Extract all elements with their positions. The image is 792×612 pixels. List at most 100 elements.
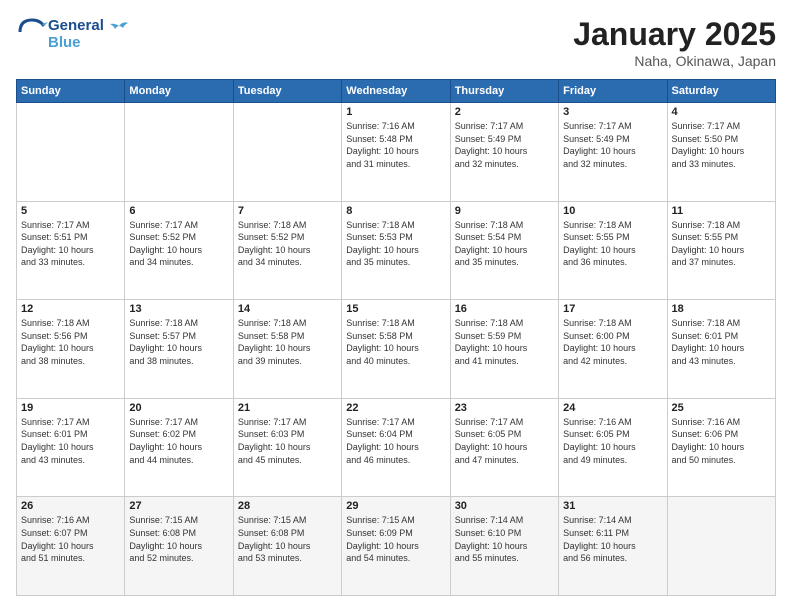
day-info: Sunrise: 7:17 AM Sunset: 5:50 PM Dayligh…	[672, 120, 771, 170]
day-number: 4	[672, 106, 771, 118]
calendar-cell: 2 Sunrise: 7:17 AM Sunset: 5:49 PM Daylig…	[450, 103, 558, 202]
day-info: Sunrise: 7:18 AM Sunset: 6:00 PM Dayligh…	[563, 317, 662, 367]
calendar-cell: 16 Sunrise: 7:18 AM Sunset: 5:59 PM Dayli…	[450, 300, 558, 399]
day-info: Sunrise: 7:17 AM Sunset: 6:04 PM Dayligh…	[346, 416, 445, 466]
calendar-week-4: 19 Sunrise: 7:17 AM Sunset: 6:01 PM Dayli…	[17, 398, 776, 497]
calendar-cell: 4 Sunrise: 7:17 AM Sunset: 5:50 PM Daylig…	[667, 103, 775, 202]
month-title: January 2025	[573, 16, 776, 53]
day-info: Sunrise: 7:14 AM Sunset: 6:10 PM Dayligh…	[455, 514, 554, 564]
day-info: Sunrise: 7:18 AM Sunset: 5:59 PM Dayligh…	[455, 317, 554, 367]
calendar-week-1: 1 Sunrise: 7:16 AM Sunset: 5:48 PM Daylig…	[17, 103, 776, 202]
day-info: Sunrise: 7:18 AM Sunset: 5:57 PM Dayligh…	[129, 317, 228, 367]
day-info: Sunrise: 7:15 AM Sunset: 6:08 PM Dayligh…	[238, 514, 337, 564]
day-number: 15	[346, 303, 445, 315]
col-sunday: Sunday	[17, 80, 125, 103]
day-info: Sunrise: 7:17 AM Sunset: 6:01 PM Dayligh…	[21, 416, 120, 466]
day-info: Sunrise: 7:18 AM Sunset: 5:53 PM Dayligh…	[346, 219, 445, 269]
day-info: Sunrise: 7:18 AM Sunset: 5:55 PM Dayligh…	[672, 219, 771, 269]
calendar-cell: 30Sunrise: 7:14 AM Sunset: 6:10 PM Dayli…	[450, 497, 558, 596]
logo: General Blue	[16, 16, 128, 53]
day-info: Sunrise: 7:18 AM Sunset: 5:55 PM Dayligh…	[563, 219, 662, 269]
day-number: 26	[21, 500, 120, 512]
day-number: 19	[21, 402, 120, 414]
calendar-cell: 3Sunrise: 7:17 AM Sunset: 5:49 PM Daylig…	[559, 103, 667, 202]
col-wednesday: Wednesday	[342, 80, 450, 103]
calendar-cell: 29 Sunrise: 7:15 AM Sunset: 6:09 PM Dayli…	[342, 497, 450, 596]
calendar-cell: 19 Sunrise: 7:17 AM Sunset: 6:01 PM Dayli…	[17, 398, 125, 497]
calendar-cell: 10 Sunrise: 7:18 AM Sunset: 5:55 PM Dayli…	[559, 201, 667, 300]
calendar-cell: 24 Sunrise: 7:16 AM Sunset: 6:05 PM Dayli…	[559, 398, 667, 497]
day-info: Sunrise: 7:16 AM Sunset: 5:48 PM Dayligh…	[346, 120, 445, 170]
day-info: Sunrise: 7:16 AM Sunset: 6:06 PM Dayligh…	[672, 416, 771, 466]
day-number: 23	[455, 402, 554, 414]
day-number: 10	[563, 205, 662, 217]
day-number: 20	[129, 402, 228, 414]
day-info: Sunrise: 7:17 AM Sunset: 5:51 PM Dayligh…	[21, 219, 120, 269]
calendar-header-row: Sunday Monday Tuesday Wednesday Thursday…	[17, 80, 776, 103]
day-number: 9	[455, 205, 554, 217]
day-number: 11	[672, 205, 771, 217]
day-number: 25	[672, 402, 771, 414]
day-number: 13	[129, 303, 228, 315]
calendar-cell: 9 Sunrise: 7:18 AM Sunset: 5:54 PM Daylig…	[450, 201, 558, 300]
calendar-cell: 15Sunrise: 7:18 AM Sunset: 5:58 PM Dayli…	[342, 300, 450, 399]
day-info: Sunrise: 7:17 AM Sunset: 6:05 PM Dayligh…	[455, 416, 554, 466]
col-tuesday: Tuesday	[233, 80, 341, 103]
calendar-cell: 23 Sunrise: 7:17 AM Sunset: 6:05 PM Dayli…	[450, 398, 558, 497]
calendar-cell: 13 Sunrise: 7:18 AM Sunset: 5:57 PM Dayli…	[125, 300, 233, 399]
day-info: Sunrise: 7:17 AM Sunset: 5:49 PM Dayligh…	[455, 120, 554, 170]
day-info: Sunrise: 7:17 AM Sunset: 6:02 PM Dayligh…	[129, 416, 228, 466]
day-number: 14	[238, 303, 337, 315]
day-info: Sunrise: 7:18 AM Sunset: 5:56 PM Dayligh…	[21, 317, 120, 367]
calendar-cell: 17 Sunrise: 7:18 AM Sunset: 6:00 PM Dayli…	[559, 300, 667, 399]
calendar-cell: 1 Sunrise: 7:16 AM Sunset: 5:48 PM Daylig…	[342, 103, 450, 202]
logo-line2: Blue	[48, 35, 128, 52]
calendar-cell	[17, 103, 125, 202]
day-number: 24	[563, 402, 662, 414]
day-number: 28	[238, 500, 337, 512]
calendar-cell: 12Sunrise: 7:18 AM Sunset: 5:56 PM Dayli…	[17, 300, 125, 399]
day-number: 16	[455, 303, 554, 315]
calendar-week-2: 5Sunrise: 7:17 AM Sunset: 5:51 PM Daylig…	[17, 201, 776, 300]
day-number: 27	[129, 500, 228, 512]
logo-line1: General	[48, 18, 128, 35]
page: General Blue January 2025 Naha, Okinawa,…	[0, 0, 792, 612]
calendar-cell: 28 Sunrise: 7:15 AM Sunset: 6:08 PM Dayli…	[233, 497, 341, 596]
day-info: Sunrise: 7:17 AM Sunset: 5:52 PM Dayligh…	[129, 219, 228, 269]
logo-icon	[16, 16, 48, 48]
calendar-cell: 26Sunrise: 7:16 AM Sunset: 6:07 PM Dayli…	[17, 497, 125, 596]
calendar-cell: 11 Sunrise: 7:18 AM Sunset: 5:55 PM Dayli…	[667, 201, 775, 300]
calendar-cell: 21 Sunrise: 7:17 AM Sunset: 6:03 PM Dayli…	[233, 398, 341, 497]
day-info: Sunrise: 7:17 AM Sunset: 5:49 PM Dayligh…	[563, 120, 662, 170]
day-number: 29	[346, 500, 445, 512]
day-info: Sunrise: 7:18 AM Sunset: 5:58 PM Dayligh…	[238, 317, 337, 367]
day-info: Sunrise: 7:15 AM Sunset: 6:09 PM Dayligh…	[346, 514, 445, 564]
day-number: 31	[563, 500, 662, 512]
day-info: Sunrise: 7:14 AM Sunset: 6:11 PM Dayligh…	[563, 514, 662, 564]
calendar-cell: 31 Sunrise: 7:14 AM Sunset: 6:11 PM Dayli…	[559, 497, 667, 596]
calendar-cell: 18 Sunrise: 7:18 AM Sunset: 6:01 PM Dayli…	[667, 300, 775, 399]
col-saturday: Saturday	[667, 80, 775, 103]
calendar-cell	[125, 103, 233, 202]
header: General Blue January 2025 Naha, Okinawa,…	[16, 16, 776, 69]
calendar-cell: 7Sunrise: 7:18 AM Sunset: 5:52 PM Daylig…	[233, 201, 341, 300]
day-info: Sunrise: 7:18 AM Sunset: 5:54 PM Dayligh…	[455, 219, 554, 269]
day-number: 1	[346, 106, 445, 118]
day-number: 22	[346, 402, 445, 414]
calendar-cell: 6 Sunrise: 7:17 AM Sunset: 5:52 PM Daylig…	[125, 201, 233, 300]
col-thursday: Thursday	[450, 80, 558, 103]
day-number: 2	[455, 106, 554, 118]
calendar-cell: 14 Sunrise: 7:18 AM Sunset: 5:58 PM Dayli…	[233, 300, 341, 399]
day-number: 8	[346, 205, 445, 217]
day-info: Sunrise: 7:17 AM Sunset: 6:03 PM Dayligh…	[238, 416, 337, 466]
day-number: 17	[563, 303, 662, 315]
calendar-cell: 5Sunrise: 7:17 AM Sunset: 5:51 PM Daylig…	[17, 201, 125, 300]
day-number: 18	[672, 303, 771, 315]
calendar-table: Sunday Monday Tuesday Wednesday Thursday…	[16, 79, 776, 596]
day-info: Sunrise: 7:16 AM Sunset: 6:05 PM Dayligh…	[563, 416, 662, 466]
day-number: 21	[238, 402, 337, 414]
day-number: 7	[238, 205, 337, 217]
day-number: 6	[129, 205, 228, 217]
day-info: Sunrise: 7:18 AM Sunset: 6:01 PM Dayligh…	[672, 317, 771, 367]
calendar-cell	[233, 103, 341, 202]
